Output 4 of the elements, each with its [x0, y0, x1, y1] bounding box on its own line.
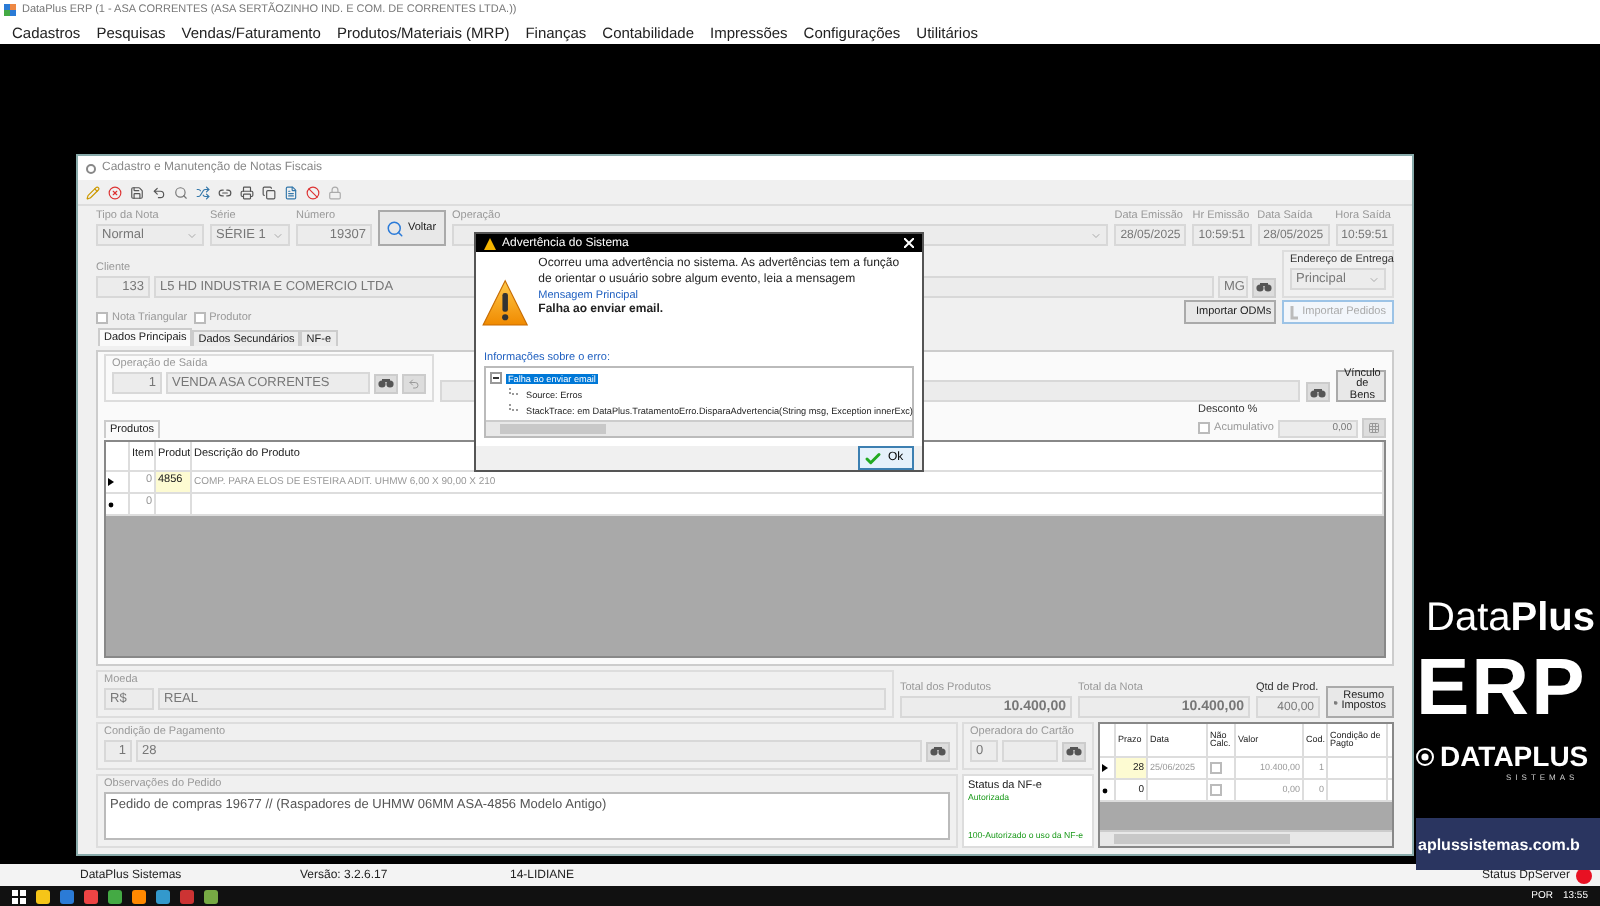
- brand-name: DataPlus: [1424, 596, 1595, 640]
- brand-website: aplussistemas.com.b: [1416, 818, 1600, 870]
- brand-product: ERP: [1416, 642, 1587, 736]
- brand-company: DATAPLUS: [1440, 740, 1589, 772]
